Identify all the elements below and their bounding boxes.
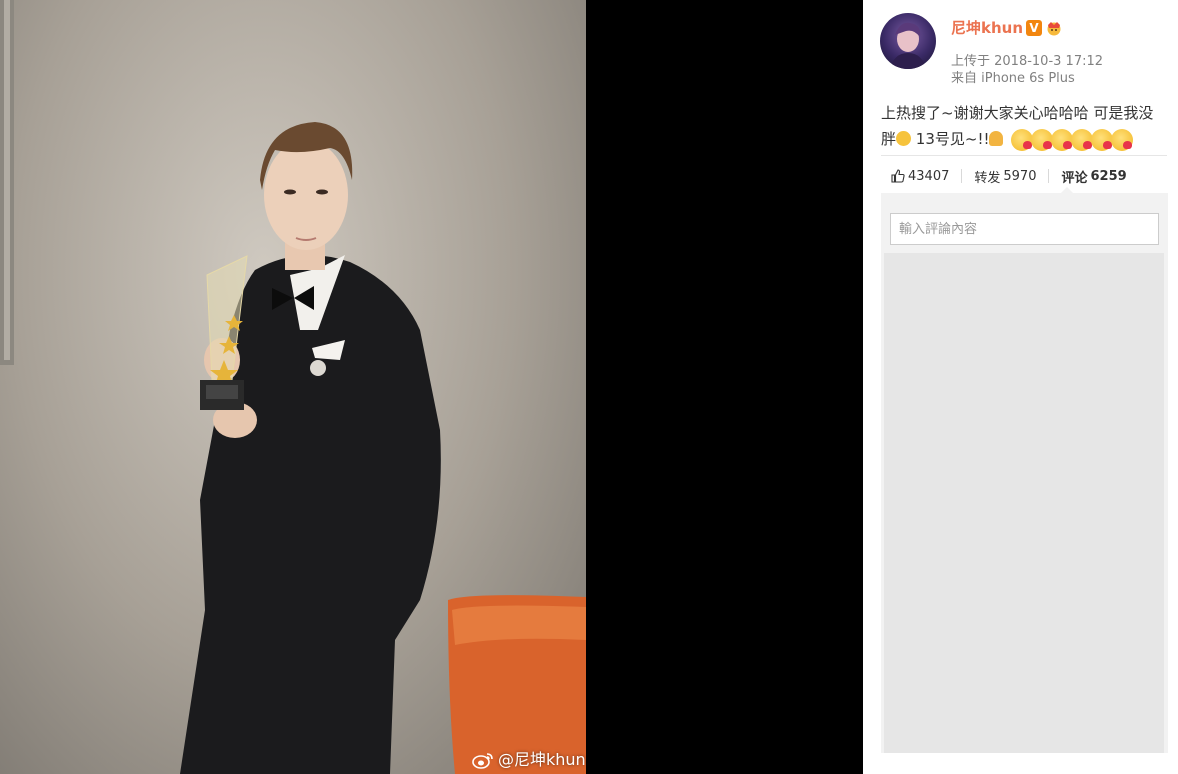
avatar[interactable] [880, 13, 936, 69]
repost-label: 转发 [974, 170, 1001, 186]
comment-button[interactable]: 评论 6259 [1049, 167, 1138, 186]
author-name-link[interactable]: 尼坤khun [951, 17, 1023, 38]
watermark-text: @尼坤khun [498, 750, 586, 769]
kiss-emoji [1091, 128, 1114, 151]
author-row: 尼坤khun V [951, 17, 1063, 38]
comment-label: 评论 [1061, 170, 1088, 186]
comment-caret [1061, 187, 1073, 193]
photo-watermark: @尼坤khun [472, 750, 586, 770]
verified-badge[interactable]: V [1026, 19, 1043, 36]
kiss-emoji [1011, 128, 1034, 151]
comment-count: 6259 [1090, 168, 1127, 184]
emoji-row [1011, 128, 1134, 151]
thumbs-up-icon [891, 169, 905, 183]
post-text: 上热搜了~谢谢大家关心哈哈哈 可是我没 胖 13号见~!! [881, 100, 1173, 152]
laughing-tears-emoji [896, 131, 912, 146]
comment-input[interactable] [890, 213, 1159, 245]
repost-count: 5970 [1003, 168, 1037, 184]
post-text-line2-mid: 13号见~!! [911, 130, 990, 148]
repost-button[interactable]: 转发 5970 [962, 167, 1048, 186]
weibo-logo-icon [472, 751, 494, 769]
kiss-emoji [1031, 128, 1054, 151]
divider [881, 155, 1167, 156]
post-detail-panel: 尼坤khun V 上传于 2018-10-3 17:12 来自 iPhone 6… [863, 0, 1178, 774]
action-bar: 43407 转发 5970 评论 6259 [881, 166, 1139, 186]
post-text-line2-prefix: 胖 [881, 130, 897, 148]
post-photo[interactable]: @尼坤khun [0, 0, 586, 774]
photo-illustration [0, 0, 586, 774]
comment-list [884, 253, 1164, 753]
post-text-line1: 上热搜了~谢谢大家关心哈哈哈 可是我没 [881, 104, 1154, 122]
kiss-emoji [1071, 128, 1094, 151]
like-count: 43407 [908, 168, 950, 184]
post-source: 来自 iPhone 6s Plus [951, 71, 1075, 86]
pray-emoji [989, 131, 1004, 146]
crown-badge-icon[interactable] [1045, 20, 1063, 36]
kiss-emoji [1111, 128, 1134, 151]
kiss-emoji [1051, 128, 1074, 151]
like-button[interactable]: 43407 [881, 169, 961, 184]
comment-section [881, 187, 1168, 753]
photo-viewer: @尼坤khun [0, 0, 863, 774]
